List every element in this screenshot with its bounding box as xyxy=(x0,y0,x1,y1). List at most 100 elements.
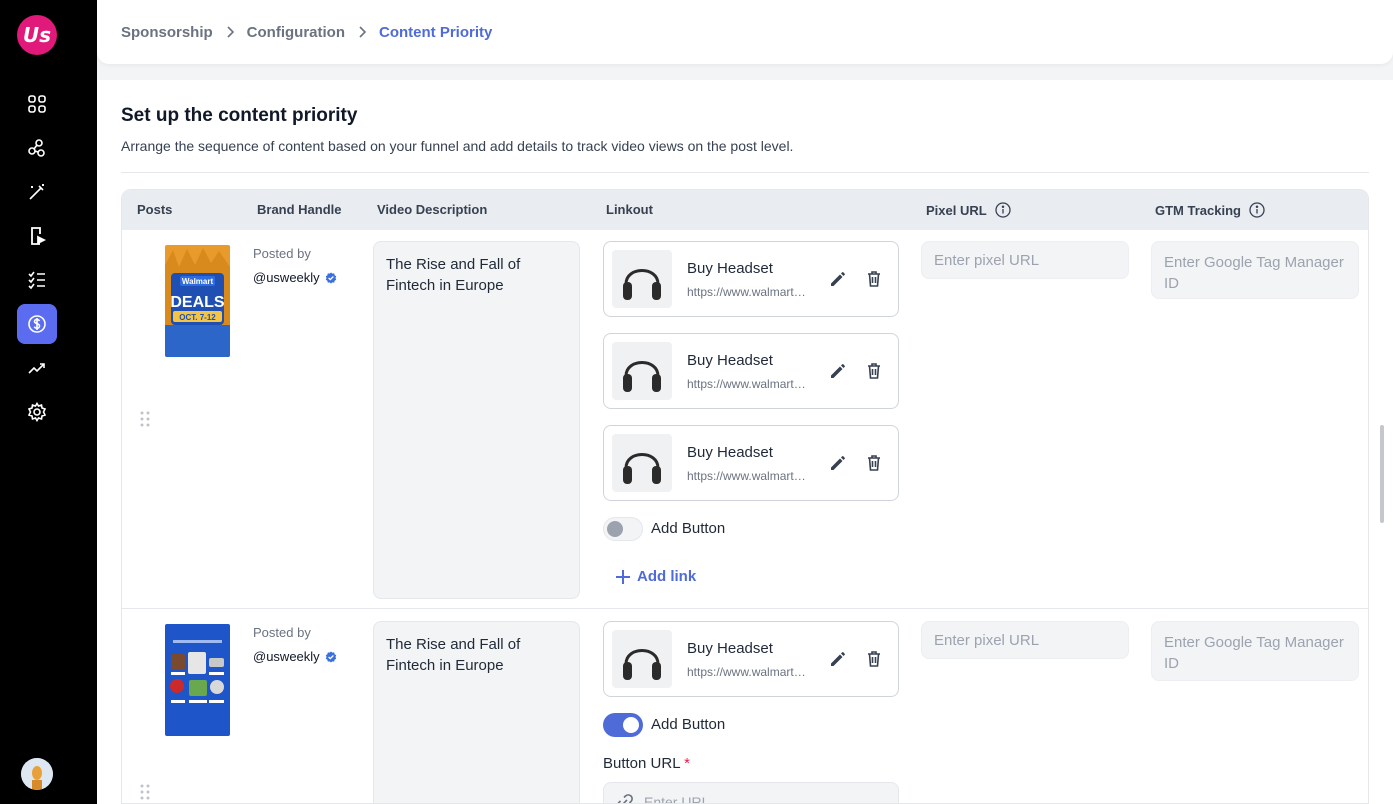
headset-image xyxy=(612,630,672,688)
nav-analytics[interactable] xyxy=(17,348,57,388)
gtm-id-input[interactable]: Enter Google Tag Manager ID xyxy=(1151,241,1359,299)
gtm-id-input[interactable]: Enter Google Tag Manager ID xyxy=(1151,621,1359,681)
link-icon xyxy=(617,794,633,803)
linkout-card: Buy Headset https://www.walmart.com/ip/h… xyxy=(603,333,899,409)
chevron-right-icon xyxy=(225,26,235,38)
video-description-field[interactable]: The Rise and Fall of Fintech in Europe xyxy=(373,241,580,599)
brand-handle[interactable]: @usweekly xyxy=(253,270,337,285)
breadcrumb-sponsorship[interactable]: Sponsorship xyxy=(121,24,213,41)
header-pixel-url: Pixel URL xyxy=(926,202,1011,218)
trash-icon[interactable] xyxy=(864,649,884,669)
headset-image xyxy=(612,342,672,400)
linkout-card: Buy Headset https://www.walmart.com/ip/h… xyxy=(603,241,899,317)
brand-handle[interactable]: @usweekly xyxy=(253,649,337,664)
main-content: Set up the content priority Arrange the … xyxy=(97,80,1393,804)
linkout-card: Buy Headset https://www.walmart.com/ip/h… xyxy=(603,621,899,697)
add-button-label: Add Button xyxy=(651,716,726,733)
headphones-icon xyxy=(623,269,661,300)
thumb-dates-text: OCT. 7-12 xyxy=(179,313,216,322)
button-url-input[interactable]: Enter URL xyxy=(603,782,899,804)
breadcrumb-configuration[interactable]: Configuration xyxy=(247,24,345,41)
pixel-url-input[interactable]: Enter pixel URL xyxy=(921,621,1129,659)
header-video-description: Video Description xyxy=(377,202,488,217)
headphones-icon xyxy=(623,361,661,392)
avatar-image-icon xyxy=(21,758,53,790)
thumb-headline-text: DEALS xyxy=(170,294,225,311)
nav-content[interactable] xyxy=(17,216,57,256)
add-button-toggle[interactable] xyxy=(603,713,643,737)
video-description-field[interactable]: The Rise and Fall of Fintech in Europe xyxy=(373,621,580,803)
plus-icon xyxy=(616,569,630,584)
link-title: Buy Headset xyxy=(687,444,773,461)
link-url: https://www.walmart.com/ip/headset xyxy=(687,665,807,679)
header-linkout: Linkout xyxy=(606,202,653,217)
button-url-placeholder: Enter URL xyxy=(644,794,710,804)
toggle-knob xyxy=(607,521,623,537)
trend-icon xyxy=(28,363,45,374)
user-avatar[interactable] xyxy=(21,758,53,790)
drag-handle-icon[interactable] xyxy=(139,410,151,428)
header-posts: Posts xyxy=(137,202,173,217)
headset-image xyxy=(612,434,672,492)
verified-badge-icon xyxy=(325,272,336,283)
link-title: Buy Headset xyxy=(687,640,773,657)
nav-network[interactable] xyxy=(17,128,57,168)
link-url: https://www.walmart.com/ip/headset xyxy=(687,469,807,483)
sidebar: Us xyxy=(0,0,97,804)
app-logo[interactable]: Us xyxy=(17,15,57,55)
pencil-icon[interactable] xyxy=(828,269,848,289)
verified-badge-icon xyxy=(325,651,336,662)
info-icon[interactable] xyxy=(1249,202,1265,218)
drag-handle-icon[interactable] xyxy=(139,783,151,801)
toggle-knob xyxy=(623,717,639,733)
page-title: Set up the content priority xyxy=(121,105,358,126)
nav-magic[interactable] xyxy=(17,172,57,212)
chevron-right-icon xyxy=(357,26,367,38)
headphones-icon xyxy=(623,649,661,680)
post-thumbnail[interactable] xyxy=(165,624,230,736)
link-title: Buy Headset xyxy=(687,352,773,369)
add-link-button[interactable]: Add link xyxy=(615,568,696,585)
add-button-label: Add Button xyxy=(651,520,726,537)
checklist-icon xyxy=(28,271,45,290)
nav-dashboard[interactable] xyxy=(17,84,57,124)
content-priority-table: Posts Brand Handle Video Description Lin… xyxy=(121,189,1369,804)
divider xyxy=(121,172,1369,173)
headset-image xyxy=(612,250,672,308)
trash-icon[interactable] xyxy=(864,269,884,289)
link-url: https://www.walmart.com/ip/headset xyxy=(687,285,807,299)
nav-sponsorship[interactable] xyxy=(17,304,57,344)
scrollbar-thumb[interactable] xyxy=(1380,425,1384,523)
table-header: Posts Brand Handle Video Description Lin… xyxy=(122,190,1368,230)
link-title: Buy Headset xyxy=(687,260,773,277)
network-icon xyxy=(28,139,45,157)
trash-icon[interactable] xyxy=(864,453,884,473)
headphones-icon xyxy=(623,453,661,484)
add-button-toggle[interactable] xyxy=(603,517,643,541)
pixel-url-input[interactable]: Enter pixel URL xyxy=(921,241,1129,279)
posted-by-label: Posted by xyxy=(253,625,311,640)
row-divider xyxy=(122,608,1368,609)
thumb-brand-text: Walmart xyxy=(182,277,214,286)
page-subtitle: Arrange the sequence of content based on… xyxy=(121,138,794,154)
trash-icon[interactable] xyxy=(864,361,884,381)
top-header: Sponsorship Configuration Content Priori… xyxy=(97,0,1393,64)
video-file-icon xyxy=(31,227,47,245)
nav-settings[interactable] xyxy=(17,392,57,432)
link-url: https://www.walmart.com/ip/headset xyxy=(687,377,807,391)
post-thumbnail[interactable]: Walmart DEALS OCT. 7-12 xyxy=(165,245,230,357)
pencil-icon[interactable] xyxy=(828,649,848,669)
pencil-icon[interactable] xyxy=(828,453,848,473)
nav-checklist[interactable] xyxy=(17,260,57,300)
grid-icon xyxy=(28,95,46,113)
pencil-icon[interactable] xyxy=(828,361,848,381)
info-icon[interactable] xyxy=(995,202,1011,218)
magic-wand-icon xyxy=(29,184,44,200)
gear-icon xyxy=(27,402,47,422)
breadcrumb-content-priority: Content Priority xyxy=(379,23,493,41)
required-marker: * xyxy=(684,755,691,772)
dollar-circle-icon xyxy=(28,315,46,333)
header-gtm-tracking: GTM Tracking xyxy=(1155,202,1265,218)
linkout-card: Buy Headset https://www.walmart.com/ip/h… xyxy=(603,425,899,501)
posted-by-label: Posted by xyxy=(253,246,311,261)
